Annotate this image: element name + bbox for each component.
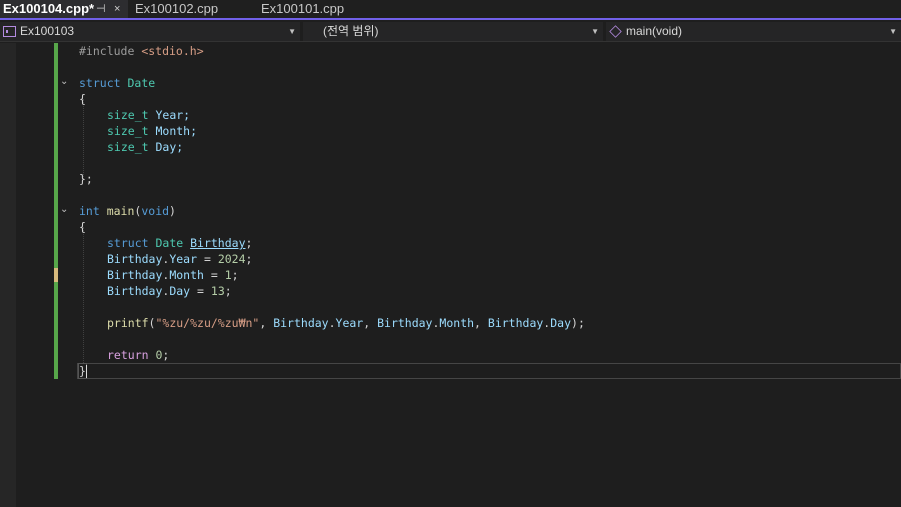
project-icon xyxy=(3,26,16,37)
code-line: Birthday.Day = 13; xyxy=(107,284,232,298)
tab-label: Ex100104.cpp* xyxy=(3,1,95,16)
tab-ex100102[interactable]: Ex100102.cpp xyxy=(135,0,218,18)
code-line: struct Date Birthday; xyxy=(107,236,253,250)
code-line: { xyxy=(79,220,86,234)
text-caret xyxy=(86,365,87,378)
code-line: #include <stdio.h> xyxy=(79,44,204,58)
unsaved-change-marker xyxy=(54,268,58,282)
tab-accent-line xyxy=(0,18,901,20)
code-line: size_t Month; xyxy=(107,124,198,138)
chevron-down-icon: ▼ xyxy=(889,27,897,36)
tab-label: Ex100101.cpp xyxy=(261,1,345,16)
close-icon[interactable]: × xyxy=(114,0,120,18)
member-dropdown[interactable]: main(void) ▼ xyxy=(606,22,901,41)
code-editor[interactable]: ⌄ ⌄ #include <stdio.h> struct Date { siz… xyxy=(0,43,901,507)
tab-ex100104[interactable]: Ex100104.cpp* ⊣ × xyxy=(0,0,128,18)
code-line: struct Date xyxy=(79,76,156,90)
code-line: Birthday.Month = 1; xyxy=(107,268,239,282)
code-line: int main(void) xyxy=(79,204,176,218)
project-dropdown[interactable]: Ex100103 ▼ xyxy=(0,22,300,41)
code-line: Birthday.Year = 2024; xyxy=(107,252,253,266)
tab-label: Ex100102.cpp xyxy=(135,1,219,16)
chevron-down-icon: ▼ xyxy=(591,27,599,36)
chevron-down-icon: ▼ xyxy=(288,27,296,36)
indicator-margin xyxy=(0,43,16,507)
code-line: }; xyxy=(79,172,93,186)
code-line: size_t Day; xyxy=(107,140,184,154)
document-tab-strip: Ex100104.cpp* ⊣ × Ex100102.cpp Ex100101.… xyxy=(0,0,901,20)
tab-ex100101[interactable]: Ex100101.cpp xyxy=(261,0,344,18)
member-label: main(void) xyxy=(626,24,683,38)
method-icon xyxy=(609,25,622,38)
indent-guide xyxy=(83,99,84,179)
change-tracking-bar xyxy=(54,43,58,379)
code-line: size_t Year; xyxy=(107,108,191,122)
code-line: return 0; xyxy=(107,348,170,362)
code-line: { xyxy=(79,92,86,106)
current-line-highlight xyxy=(77,363,901,379)
project-label: Ex100103 xyxy=(20,24,75,38)
scope-label: (전역 범위) xyxy=(323,24,379,38)
navigation-bar: Ex100103 ▼ (전역 범위) ▼ main(void) ▼ xyxy=(0,21,901,42)
indent-guide xyxy=(83,227,84,363)
code-line: printf("%zu/%zu/%zu₩n", Birthday.Year, B… xyxy=(107,316,585,330)
fold-icon[interactable]: ⌄ xyxy=(60,204,68,215)
pin-icon[interactable]: ⊣ xyxy=(96,0,106,18)
code-line: } xyxy=(79,364,86,378)
fold-icon[interactable]: ⌄ xyxy=(60,76,68,87)
scope-dropdown[interactable]: (전역 범위) ▼ xyxy=(303,22,603,41)
